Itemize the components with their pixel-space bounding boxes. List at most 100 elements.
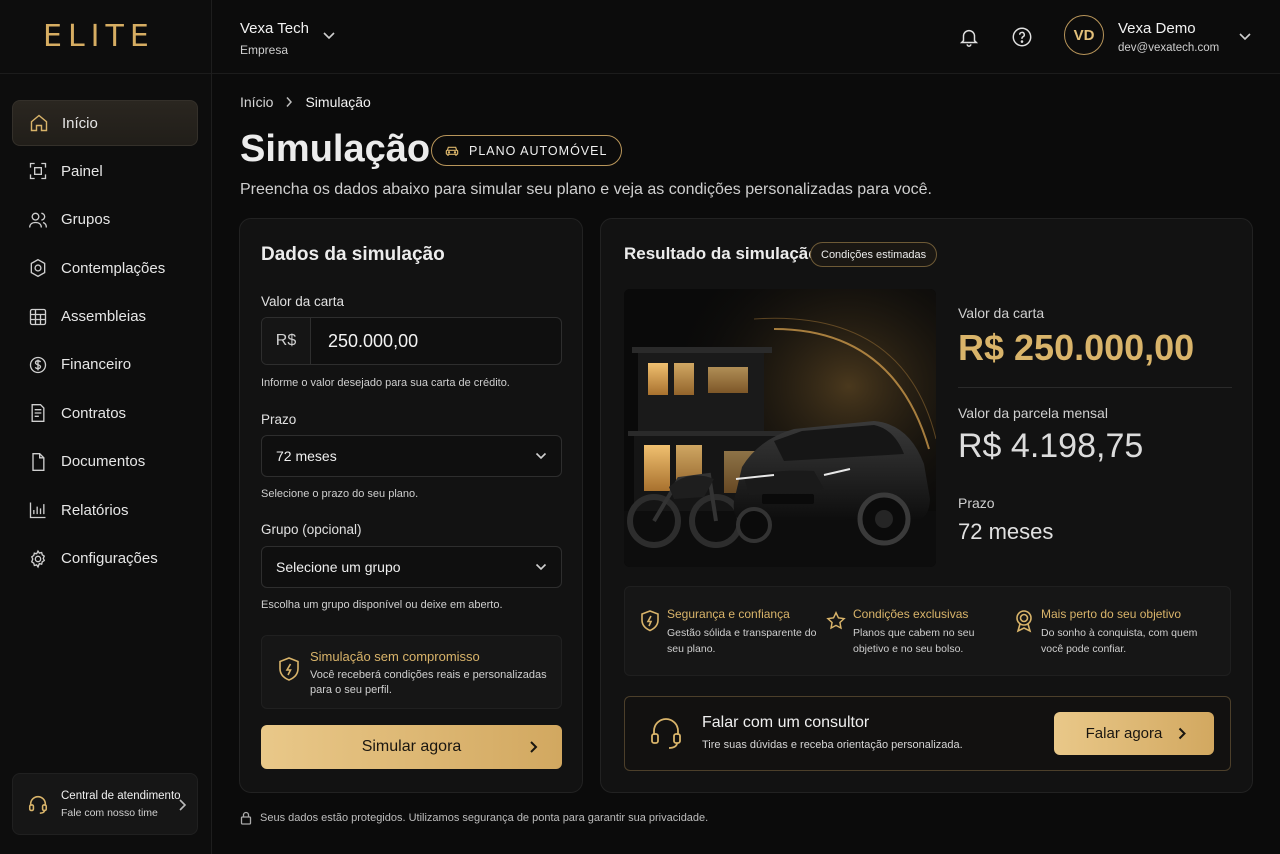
valor-input-group: R$ xyxy=(261,317,562,365)
sidebar-item-label: Relatórios xyxy=(61,501,129,519)
feature-text: Do sonho à conquista, com quem você pode… xyxy=(1041,627,1198,655)
shield-icon xyxy=(641,610,659,632)
chevron-down-icon[interactable] xyxy=(1238,31,1252,41)
sidebar-item-label: Início xyxy=(62,114,98,132)
headset-icon xyxy=(651,718,681,749)
logo-area: ELITE xyxy=(0,0,211,74)
chevron-right-icon xyxy=(1178,727,1186,740)
page-subtitle: Preencha os dados abaixo para simular se… xyxy=(240,181,932,198)
privacy-note-text: Seus dados estão protegidos. Utilizamos … xyxy=(260,812,709,824)
calendar-grid-icon xyxy=(29,308,47,325)
feature-title: Segurança e confiança xyxy=(667,607,790,621)
sidebar-item-label: Documentos xyxy=(61,453,146,471)
chevron-right-icon xyxy=(286,97,293,107)
user-email: dev@vexatech.com xyxy=(1118,42,1220,54)
simulation-form-card: Dados da simulação Valor da carta R$ Inf… xyxy=(239,218,583,793)
sidebar-item-label: Contemplações xyxy=(61,259,166,277)
support-card[interactable]: Central de atendimento Fale com nosso ti… xyxy=(12,773,198,835)
valor-hint: Informe o valor desejado para sua carta … xyxy=(261,377,510,389)
features-panel: Segurança e confiança Gestão sólida e tr… xyxy=(624,586,1231,676)
notice-text: Você receberá condições reais e personal… xyxy=(310,669,547,696)
chart-icon xyxy=(29,502,46,519)
contract-icon xyxy=(31,404,45,423)
estimated-chip: Condições estimadas xyxy=(810,242,938,267)
feature-title: Mais perto do seu objetivo xyxy=(1041,607,1182,621)
sidebar-item-contratos[interactable]: Contratos xyxy=(12,390,198,436)
sidebar-item-configuracoes[interactable]: Configurações xyxy=(12,536,198,582)
bell-icon[interactable] xyxy=(958,26,980,48)
result-valor-label: Valor da carta xyxy=(958,305,1045,321)
badge-icon xyxy=(30,259,46,278)
chevron-down-icon xyxy=(535,563,547,571)
result-divider xyxy=(958,387,1232,388)
currency-prefix: R$ xyxy=(262,318,311,364)
dashboard-icon xyxy=(29,163,47,180)
sidebar-item-financeiro[interactable]: Financeiro xyxy=(12,342,198,388)
medal-icon xyxy=(1016,610,1032,633)
page-title: Simulação xyxy=(240,128,431,170)
chevron-down-icon[interactable] xyxy=(322,30,336,40)
prazo-select[interactable]: 72 meses xyxy=(261,435,562,477)
document-icon xyxy=(32,452,45,471)
no-commitment-notice: Simulação sem compromisso Você receberá … xyxy=(261,635,562,709)
home-icon xyxy=(30,114,48,132)
logo[interactable]: ELITE xyxy=(43,19,155,54)
chevron-right-icon xyxy=(179,799,187,811)
result-valor-value: R$ 250.000,00 xyxy=(958,327,1195,368)
sidebar-item-label: Contratos xyxy=(61,404,127,422)
prazo-hint: Selecione o prazo do seu plano. xyxy=(261,488,419,500)
sidebar-item-relatorios[interactable]: Relatórios xyxy=(12,487,198,533)
company-type: Empresa xyxy=(240,43,289,57)
sidebar-item-label: Painel xyxy=(61,162,103,180)
simulate-button[interactable]: Simular agora xyxy=(261,725,562,769)
sidebar-item-assembleias[interactable]: Assembleias xyxy=(12,294,198,340)
consult-text: Tire suas dúvidas e receba orientação pe… xyxy=(702,739,963,751)
avatar[interactable]: VD xyxy=(1064,15,1104,55)
result-parcela-value: R$ 4.198,75 xyxy=(958,427,1144,465)
privacy-note: Seus dados estão protegidos. Utilizamos … xyxy=(240,811,708,825)
grupo-label: Grupo (opcional) xyxy=(261,522,362,537)
talk-now-button[interactable]: Falar agora xyxy=(1054,712,1214,755)
talk-now-label: Falar agora xyxy=(1085,725,1163,742)
hero-image xyxy=(624,289,936,567)
breadcrumb-home[interactable]: Início xyxy=(240,94,273,110)
valor-input[interactable] xyxy=(311,318,561,364)
gear-icon xyxy=(30,549,46,568)
chevron-down-icon xyxy=(535,452,547,460)
sidebar: ELITE Início Painel Grupos Contemplações… xyxy=(0,0,212,854)
chevron-right-icon xyxy=(530,741,538,753)
top-header: Vexa Tech Empresa VD Vexa Demo dev@vexat… xyxy=(212,0,1280,74)
consultant-panel: Falar com um consultor Tire suas dúvidas… xyxy=(624,696,1231,771)
sidebar-item-label: Grupos xyxy=(61,211,111,229)
grupo-hint: Escolha um grupo disponível ou deixe em … xyxy=(261,599,503,611)
sidebar-item-documentos[interactable]: Documentos xyxy=(12,439,198,485)
result-prazo-label: Prazo xyxy=(958,495,995,511)
headset-icon xyxy=(28,795,48,814)
form-title: Dados da simulação xyxy=(261,244,445,265)
sidebar-item-contemplacoes[interactable]: Contemplações xyxy=(12,245,198,291)
support-title: Central de atendimento xyxy=(61,789,181,802)
dollar-circle-icon xyxy=(29,356,47,374)
grupo-select[interactable]: Selecione um grupo xyxy=(261,546,562,588)
lock-icon xyxy=(240,811,252,825)
sidebar-item-label: Financeiro xyxy=(61,356,132,374)
prazo-select-value: 72 meses xyxy=(276,448,337,464)
star-icon xyxy=(826,611,846,630)
plan-badge-label: PLANO AUTOMÓVEL xyxy=(469,143,608,158)
car-icon xyxy=(445,146,459,156)
result-title: Resultado da simulação xyxy=(624,244,819,263)
notice-title: Simulação sem compromisso xyxy=(310,649,480,664)
result-parcela-label: Valor da parcela mensal xyxy=(958,405,1108,421)
simulation-result-card: Resultado da simulação Condições estimad… xyxy=(600,218,1253,793)
sidebar-item-inicio[interactable]: Início xyxy=(12,100,198,146)
company-switcher[interactable]: Vexa Tech Empresa xyxy=(240,20,309,57)
feature-title: Condições exclusivas xyxy=(853,607,969,621)
shield-icon xyxy=(279,657,299,681)
help-icon[interactable] xyxy=(1011,26,1033,48)
feature-text: Planos que cabem no seu objetivo e no se… xyxy=(853,627,975,655)
consult-title: Falar com um consultor xyxy=(702,714,870,731)
sidebar-item-grupos[interactable]: Grupos xyxy=(12,197,198,243)
sidebar-item-painel[interactable]: Painel xyxy=(12,148,198,194)
sidebar-item-label: Configurações xyxy=(61,550,158,568)
feature-text: Gestão sólida e transparente do seu plan… xyxy=(667,627,817,655)
